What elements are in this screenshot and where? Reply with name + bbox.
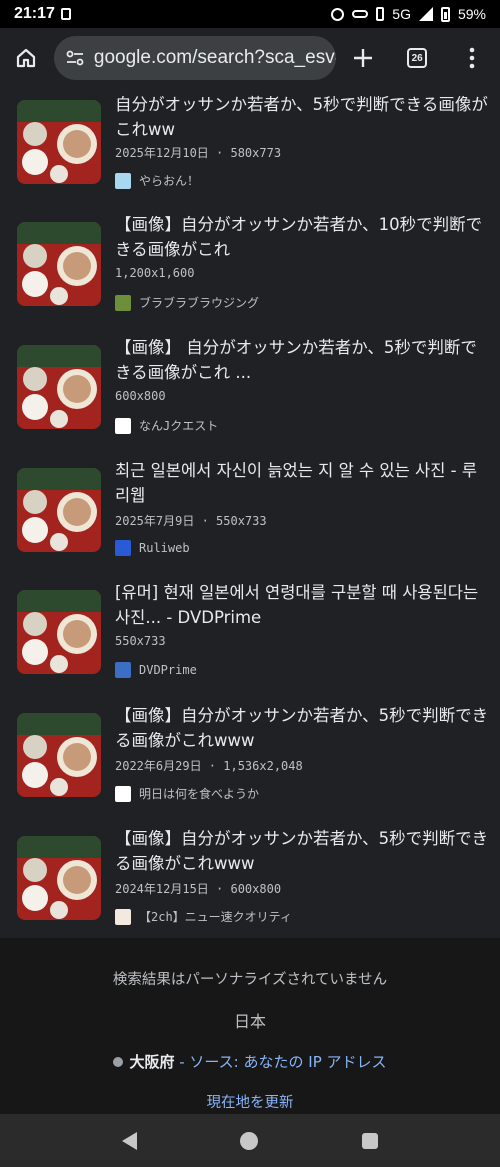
result-title[interactable]: [유머] 현재 일본에서 연령대를 구분할 때 사용된다는 사진... - DV…	[115, 580, 490, 630]
source-name: Ruliweb	[139, 541, 190, 555]
search-footer: 検索結果はパーソナライズされていません 日本 大阪府 - ソース: あなたの I…	[0, 938, 500, 1114]
result-item[interactable]: 【画像】自分がオッサンか若者か、10秒で判断できる画像がこれ 1,200x1,6…	[0, 210, 500, 330]
key-icon	[352, 10, 369, 18]
new-tab-button[interactable]	[336, 28, 390, 88]
menu-button[interactable]	[444, 28, 500, 88]
result-source[interactable]: 明日は何を食べようか	[115, 785, 259, 802]
result-thumbnail[interactable]	[17, 590, 101, 674]
result-meta: 2025年12月10日 · 580x773	[115, 146, 282, 160]
result-item[interactable]: 최근 일본에서 자신이 늙었는 지 알 수 있는 사진 - 루리웹 2025年7…	[0, 456, 500, 576]
network-label: 5G	[392, 6, 411, 22]
home-icon	[16, 48, 36, 68]
site-favicon-icon	[115, 785, 131, 802]
result-source[interactable]: なんJクエスト	[115, 417, 218, 434]
browser-toolbar: google.com/search?sca_esv=( 26	[0, 28, 500, 88]
result-thumbnail[interactable]	[17, 345, 101, 429]
result-meta: 550x733	[115, 634, 166, 648]
result-title[interactable]: 【画像】 自分がオッサンか若者か、5秒で判断できる画像がこれ ...	[115, 335, 490, 385]
result-source[interactable]: DVDPrime	[115, 662, 197, 678]
site-favicon-icon	[115, 908, 131, 925]
site-settings-icon[interactable]	[66, 50, 84, 66]
status-icons: 5G 59%	[331, 6, 486, 22]
result-item[interactable]: 【画像】 自分がオッサンか若者か、5秒で判断できる画像がこれ ... 600x8…	[0, 333, 500, 453]
source-name: やらおん！	[139, 174, 200, 188]
site-favicon-icon	[115, 540, 131, 556]
vibrate-icon	[376, 7, 385, 21]
result-item[interactable]: 【画像】自分がオッサンか若者か、5秒で判断できる画像がこれwww 2024年12…	[0, 824, 500, 938]
site-favicon-icon	[115, 662, 131, 678]
location-dot-icon	[113, 1057, 124, 1067]
result-source[interactable]: やらおん！	[115, 172, 199, 189]
status-time: 21:17	[14, 5, 55, 22]
site-favicon-icon	[115, 417, 131, 434]
result-thumbnail[interactable]	[17, 836, 101, 920]
status-bar: 21:17 5G 59%	[0, 0, 500, 28]
result-meta: 2025年7月9日 · 550x733	[115, 514, 267, 528]
result-title[interactable]: 自分がオッサンか若者か、5秒で判断できる画像がこれww	[115, 92, 490, 142]
recents-icon[interactable]	[362, 1132, 379, 1149]
tab-switcher-icon: 26	[407, 48, 428, 68]
result-meta: 600x800	[115, 389, 166, 403]
result-thumbnail[interactable]	[17, 713, 101, 797]
result-meta: 2024年12月15日 · 600x800	[115, 882, 282, 896]
home-icon[interactable]	[240, 1131, 259, 1150]
battery-percent: 59%	[457, 6, 486, 22]
alarm-icon	[331, 7, 345, 21]
notification-icon	[60, 8, 71, 20]
address-bar[interactable]: google.com/search?sca_esv=(	[53, 36, 337, 80]
country-label: 日本	[233, 1012, 266, 1031]
source-name: DVDPrime	[139, 663, 197, 677]
source-name: 明日は何を食べようか	[139, 787, 260, 801]
home-button[interactable]	[0, 28, 52, 88]
result-title[interactable]: 최근 일본에서 자신이 늙었는 지 알 수 있는 사진 - 루리웹	[115, 458, 490, 508]
location-city: 大阪府	[129, 1053, 175, 1071]
source-name: 【2ch】ニュー速クオリティ	[139, 910, 292, 924]
battery-icon	[440, 6, 450, 22]
result-title[interactable]: 【画像】自分がオッサンか若者か、5秒で判断できる画像がこれwww	[115, 826, 490, 876]
result-thumbnail[interactable]	[17, 222, 101, 306]
result-thumbnail[interactable]	[17, 100, 101, 184]
back-icon[interactable]	[121, 1131, 137, 1150]
result-item[interactable]: 【画像】自分がオッサンか若者か、5秒で判断できる画像がこれwww 2022年6月…	[0, 701, 500, 821]
result-title[interactable]: 【画像】自分がオッサンか若者か、5秒で判断できる画像がこれwww	[115, 703, 490, 753]
result-source[interactable]: Ruliweb	[115, 540, 190, 556]
tab-switcher-button[interactable]: 26	[390, 28, 444, 88]
result-source[interactable]: ブラブラブラウジング	[115, 294, 259, 311]
update-location-link[interactable]: 現在地を更新	[0, 1091, 500, 1112]
new-tab-icon	[354, 49, 373, 67]
location-source-link[interactable]: - ソース: あなたの IP アドレス	[174, 1053, 386, 1071]
system-nav-bar	[0, 1114, 500, 1167]
source-name: ブラブラブラウジング	[139, 296, 260, 310]
result-meta: 1,200x1,600	[115, 266, 195, 280]
result-source[interactable]: 【2ch】ニュー速クオリティ	[115, 908, 292, 925]
result-meta: 2022年6月29日 · 1,536x2,048	[115, 759, 303, 773]
menu-icon	[469, 47, 475, 69]
source-name: なんJクエスト	[139, 419, 219, 433]
result-item[interactable]: 自分がオッサンか若者か、5秒で判断できる画像がこれww 2025年12月10日 …	[0, 88, 500, 208]
site-favicon-icon	[115, 294, 131, 311]
personalization-note: 検索結果はパーソナライズされていません	[112, 972, 388, 988]
location-line: 大阪府 - ソース: あなたの IP アドレス	[0, 1051, 500, 1072]
signal-icon	[418, 7, 433, 21]
site-favicon-icon	[115, 172, 131, 189]
url-text: google.com/search?sca_esv=(	[93, 47, 337, 68]
image-results-list: 自分がオッサンか若者か、5秒で判断できる画像がこれww 2025年12月10日 …	[0, 88, 500, 938]
result-title[interactable]: 【画像】自分がオッサンか若者か、10秒で判断できる画像がこれ	[115, 212, 490, 262]
result-thumbnail[interactable]	[17, 468, 101, 552]
result-item[interactable]: [유머] 현재 일본에서 연령대를 구분할 때 사용된다는 사진... - DV…	[0, 578, 500, 698]
